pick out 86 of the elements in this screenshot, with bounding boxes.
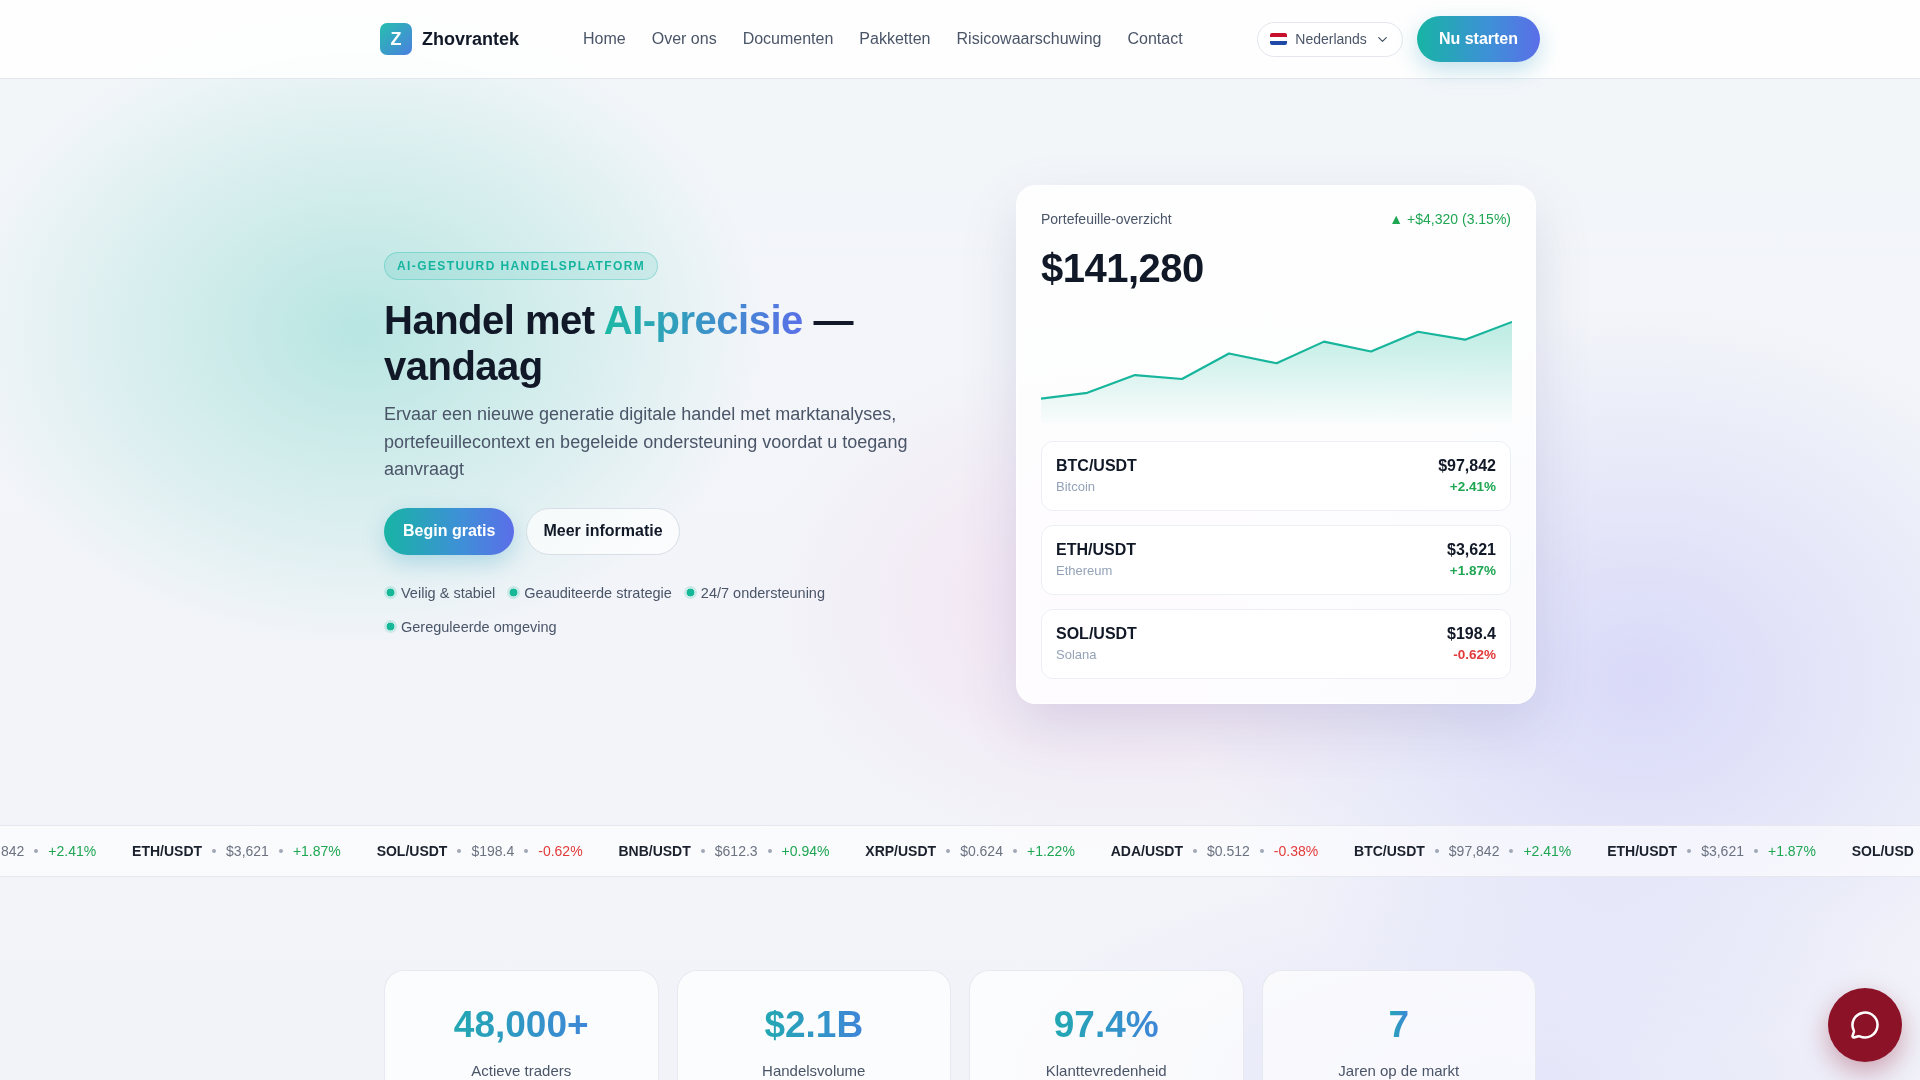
asset-change: +2.41% bbox=[1449, 478, 1496, 496]
ticker-change: +2.41% bbox=[48, 843, 97, 859]
ticker-pair: ADA/USDT bbox=[1110, 843, 1183, 859]
language-select[interactable]: Nederlands bbox=[1257, 21, 1403, 57]
info-button[interactable]: Meer informatie bbox=[526, 507, 680, 555]
separator-dot-icon bbox=[212, 849, 217, 853]
asset-pair: SOL/USDT bbox=[1056, 624, 1137, 644]
separator-dot-icon bbox=[457, 849, 462, 853]
ticker-price: $198.4 bbox=[471, 843, 515, 859]
separator-dot-icon bbox=[1193, 849, 1197, 853]
ticker-price: $3,621 bbox=[1701, 843, 1744, 859]
asset-price: $3,621 bbox=[1447, 540, 1496, 560]
separator-dot-icon bbox=[700, 849, 705, 853]
ticker-pair: ETH/USDT bbox=[1607, 843, 1678, 859]
feature-label: Gereguleerde omgeving bbox=[401, 618, 557, 635]
ticker-change: +0.94% bbox=[781, 843, 830, 859]
asset-change: -0.62% bbox=[1453, 646, 1496, 664]
ticker-change: +2.41% bbox=[1523, 843, 1572, 859]
ticker-price: $3,621 bbox=[226, 843, 269, 859]
portfolio-change: ▲ +$4,320 (3.15%) bbox=[1389, 210, 1511, 227]
feature-label: Veilig & stabiel bbox=[401, 584, 496, 601]
dot-icon bbox=[683, 586, 697, 600]
ticker-change: -0.38% bbox=[1273, 843, 1319, 859]
ticker-pair: BTC/USDT bbox=[1354, 843, 1425, 859]
dot-icon bbox=[384, 586, 397, 600]
ticker-pair: ETH/USDT bbox=[132, 843, 203, 859]
feature-label: Geauditeerde strategie bbox=[524, 584, 672, 601]
hero-heading: Handel met AI-precisie — vandaag bbox=[384, 297, 855, 390]
separator-dot-icon bbox=[1259, 849, 1264, 853]
separator-dot-icon bbox=[1012, 849, 1017, 853]
ticker-change: +1.87% bbox=[292, 843, 341, 859]
portfolio-title: Portefeuille-overzicht bbox=[1041, 210, 1172, 227]
separator-dot-icon bbox=[1687, 849, 1692, 853]
ticker-change: +1.87% bbox=[1768, 843, 1816, 859]
asset-row[interactable]: ETH/USDT Ethereum $3,621 +1.87% bbox=[1041, 525, 1511, 595]
dot-icon bbox=[384, 620, 397, 634]
ticker-price: $612.3 bbox=[714, 843, 758, 859]
separator-dot-icon bbox=[278, 849, 283, 853]
stat-label: Klanttevredenheid bbox=[1045, 1061, 1167, 1080]
nav-link[interactable]: Risicowaarschuwing bbox=[956, 30, 1102, 48]
asset-price: $97,842 bbox=[1438, 456, 1496, 476]
asset-name: Ethereum bbox=[1056, 562, 1113, 580]
ticker-price: $0.624 bbox=[960, 843, 1003, 859]
stat-label: Handelsvolume bbox=[762, 1061, 866, 1080]
asset-price: $198.4 bbox=[1447, 624, 1496, 644]
stat-label: Jaren op de markt bbox=[1338, 1061, 1460, 1080]
nav-link[interactable]: Contact bbox=[1127, 30, 1183, 48]
asset-change: +1.87% bbox=[1449, 562, 1496, 580]
nav-link[interactable]: Pakketten bbox=[859, 30, 931, 48]
hero-description: Ervaar een nieuwe generatie digitale handel met marktanalyses, portefeuillecontext en begeleide ondersteuning voordat u toegang aanvraagt bbox=[384, 403, 909, 482]
nav-link[interactable]: Home bbox=[583, 30, 626, 48]
ticker-pair: SOL/USD bbox=[1851, 843, 1914, 859]
ticker-pair: SOL/USDT bbox=[376, 843, 448, 859]
ticker-price: 842 bbox=[1, 843, 25, 859]
separator-dot-icon bbox=[767, 849, 772, 853]
flag-icon bbox=[1270, 33, 1288, 45]
asset-pair: BTC/USDT bbox=[1056, 456, 1137, 476]
brand-name: Zhovrantek bbox=[422, 28, 520, 50]
chat-icon bbox=[1850, 1010, 1880, 1040]
separator-dot-icon bbox=[34, 849, 39, 853]
nav-link[interactable]: Documenten bbox=[742, 30, 834, 48]
feature-label: 24/7 ondersteuning bbox=[700, 584, 825, 601]
asset-name: Bitcoin bbox=[1056, 478, 1096, 496]
begin-button[interactable]: Begin gratis bbox=[384, 507, 515, 555]
ticker-price: $0.512 bbox=[1207, 843, 1250, 859]
asset-pair: ETH/USDT bbox=[1056, 540, 1136, 560]
asset-row[interactable]: SOL/USDT Solana $198.4 -0.62% bbox=[1041, 609, 1511, 679]
ticker-pair: XRP/USDT bbox=[865, 843, 937, 859]
separator-dot-icon bbox=[946, 849, 951, 853]
ticker-price: $97,842 bbox=[1448, 843, 1500, 859]
separator-dot-icon bbox=[1509, 849, 1514, 853]
separator-dot-icon bbox=[1434, 849, 1439, 853]
ticker-change: -0.62% bbox=[538, 843, 583, 859]
ticker-change: +1.22% bbox=[1026, 843, 1075, 859]
asset-name: Solana bbox=[1056, 646, 1097, 664]
separator-dot-icon bbox=[524, 849, 529, 853]
asset-row[interactable]: BTC/USDT Bitcoin $97,842 +2.41% bbox=[1041, 441, 1511, 511]
logo-mark: Z bbox=[380, 23, 412, 55]
dot-icon bbox=[507, 586, 521, 600]
nav-link[interactable]: Over ons bbox=[651, 30, 717, 48]
portfolio-total: $141,280 bbox=[1041, 244, 1205, 292]
tagline-badge: AI-GESTUURD HANDELSPLATFORM bbox=[384, 252, 659, 281]
stat-label: Actieve traders bbox=[471, 1061, 572, 1080]
separator-dot-icon bbox=[1754, 849, 1758, 853]
ticker-pair: BNB/USDT bbox=[618, 843, 691, 859]
chat-button[interactable] bbox=[1828, 988, 1902, 1062]
